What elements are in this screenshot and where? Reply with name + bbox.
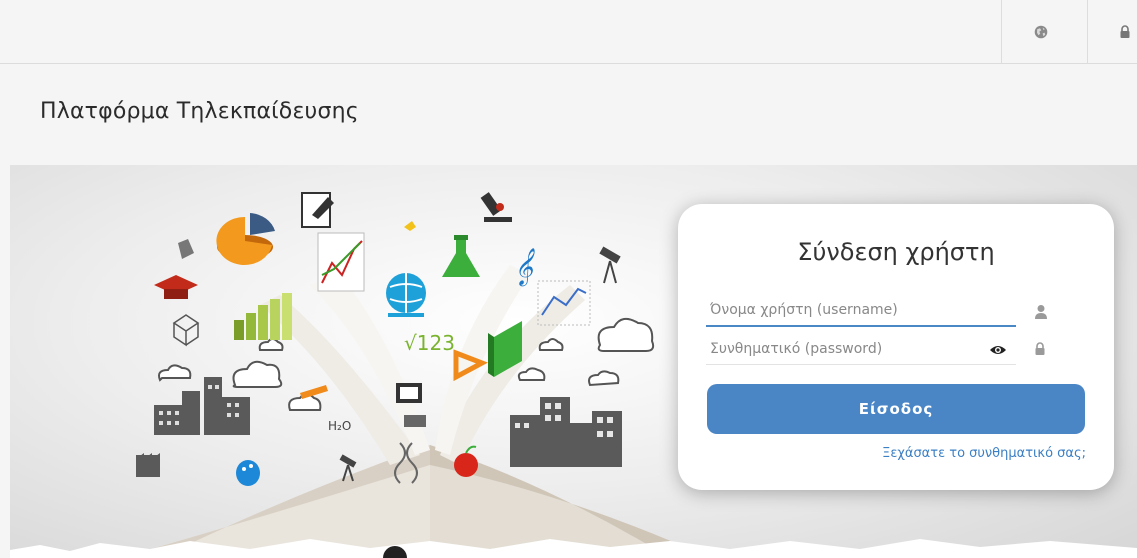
username-field-wrapper: [706, 295, 1016, 327]
graduation-cap-icon: [154, 275, 198, 299]
lock-icon[interactable]: [1113, 20, 1137, 44]
login-card: Σύνδεση χρήστη Είσοδος Ξεχάσατε το συνθη…: [678, 204, 1114, 490]
factory-icon: [136, 453, 160, 477]
lock-icon: [1034, 341, 1048, 357]
line-chart-icon: [317, 232, 365, 292]
topbar-divider: [1087, 0, 1088, 64]
forgot-password-link[interactable]: Ξεχάσατε το συνθηματικό σας;: [882, 446, 1086, 461]
eye-icon[interactable]: [989, 342, 1007, 356]
telescope-icon: [599, 246, 621, 284]
page-title: Πλατφόρμα Τηλεκπαίδευσης: [40, 99, 359, 124]
h2o-label: H₂O: [328, 419, 351, 433]
user-icon: [1034, 304, 1048, 320]
topbar-divider: [1001, 0, 1002, 64]
bar-chart-icon: [234, 293, 292, 340]
password-field-wrapper: [706, 333, 1016, 365]
pie-chart-icon: [216, 213, 275, 265]
globe-icon[interactable]: [1029, 20, 1053, 44]
cube-icon: [172, 314, 200, 347]
login-button[interactable]: Είσοδος: [707, 384, 1085, 434]
username-input[interactable]: [706, 295, 1016, 325]
music-note-icon: 𝄞: [514, 247, 535, 287]
top-bar: [0, 0, 1137, 64]
beaker-icon: [178, 239, 194, 259]
globe-illustration-icon: [386, 273, 426, 317]
palette-icon: [236, 460, 260, 486]
document-icon: [301, 192, 334, 228]
password-input[interactable]: [706, 333, 1016, 364]
flask-icon: [442, 235, 480, 277]
login-title: Σύνδεση χρήστη: [797, 238, 995, 266]
microscope-icon: [480, 192, 512, 222]
bird-icon: [404, 221, 416, 231]
city-silhouette-right: [510, 397, 622, 467]
sqrt-label: √123: [404, 331, 455, 355]
site-header: Πλατφόρμα Τηλεκπαίδευσης: [0, 65, 1137, 165]
